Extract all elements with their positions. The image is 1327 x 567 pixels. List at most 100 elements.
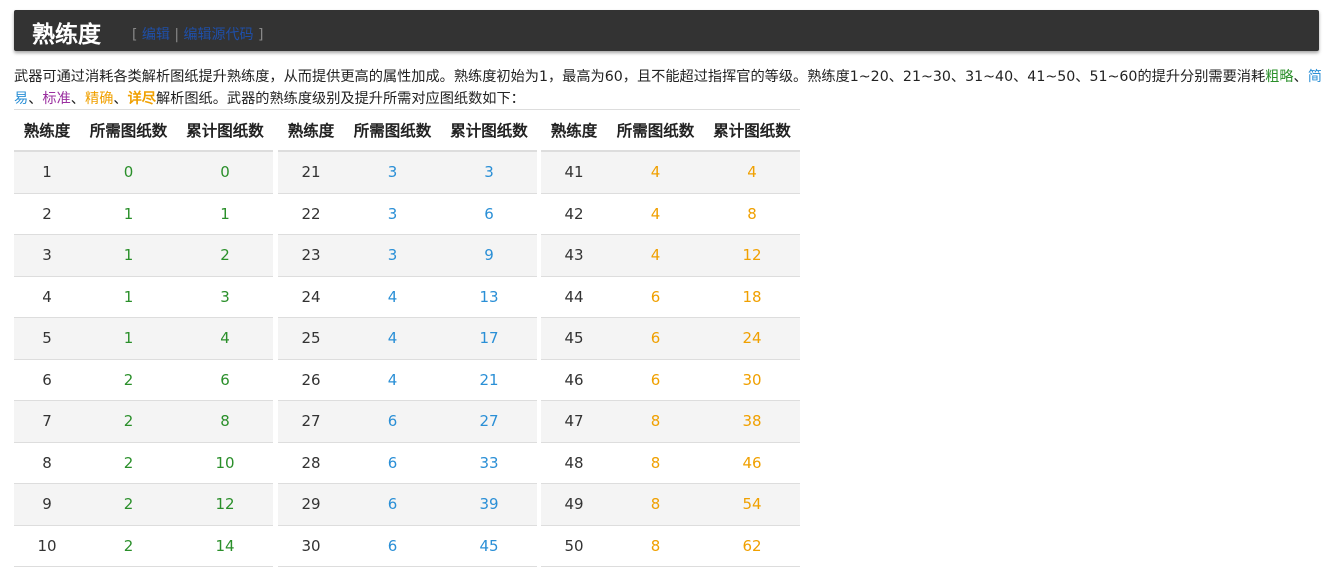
total-cell: 21	[441, 359, 537, 401]
edit-separator: |	[174, 27, 180, 43]
total-cell: 8	[704, 193, 800, 235]
edit-link[interactable]: 编辑	[142, 27, 170, 43]
level-cell: 3	[14, 234, 80, 277]
intro-sep-4: 、	[113, 91, 128, 107]
total-cell: 4	[177, 317, 273, 360]
total-cell: 8	[177, 400, 273, 443]
need-cell: 8	[607, 442, 704, 484]
table-row: 42 4 8	[541, 193, 800, 235]
col-header-total: 累计图纸数	[704, 110, 800, 152]
total-cell: 24	[704, 317, 800, 360]
level-cell: 46	[541, 359, 607, 401]
table-row: 9 2 12	[14, 483, 273, 526]
table-row: 22 3 6	[278, 193, 537, 235]
need-cell: 2	[80, 483, 177, 526]
total-cell: 14	[177, 525, 273, 567]
level-cell: 1	[14, 151, 80, 194]
level-cell: 2	[14, 193, 80, 235]
table-row: 28 6 33	[278, 442, 537, 484]
level-cell: 25	[278, 317, 344, 360]
table-row: 46 6 30	[541, 359, 800, 401]
need-cell: 6	[607, 276, 704, 318]
level-cell: 21	[278, 151, 344, 194]
table-row: 45 6 24	[541, 317, 800, 360]
proficiency-table-2: 熟练度 所需图纸数 累计图纸数 21 3 3 22 3 6 23 3 9 24 4 13 25 4 17 26…	[278, 110, 537, 567]
table-row: 29 6 39	[278, 483, 537, 526]
level-cell: 49	[541, 483, 607, 526]
level-cell: 8	[14, 442, 80, 484]
need-cell: 4	[344, 359, 441, 401]
blueprint-detailed: 详尽	[127, 91, 156, 107]
total-cell: 9	[441, 234, 537, 277]
table-row: 8 2 10	[14, 442, 273, 484]
need-cell: 1	[80, 193, 177, 235]
table-row: 50 8 62	[541, 525, 800, 567]
blueprint-standard: 标准	[42, 91, 71, 107]
level-cell: 42	[541, 193, 607, 235]
total-cell: 13	[441, 276, 537, 318]
total-cell: 62	[704, 525, 800, 567]
table-row: 41 4 4	[541, 151, 800, 194]
intro-sep-2: 、	[28, 91, 43, 107]
need-cell: 8	[607, 483, 704, 526]
section-header: 熟练度 [ 编辑 | 编辑源代码 ]	[14, 10, 1319, 51]
edit-source-link[interactable]: 编辑源代码	[184, 27, 254, 43]
table-row: 211	[14, 193, 273, 235]
total-cell: 0	[177, 151, 273, 194]
need-cell: 2	[80, 525, 177, 567]
col-header-level: 熟练度	[278, 110, 344, 152]
section-title: 熟练度	[32, 22, 101, 48]
need-cell: 6	[344, 400, 441, 443]
table-row: 413	[14, 276, 273, 318]
need-cell: 2	[80, 359, 177, 401]
total-cell: 6	[177, 359, 273, 401]
total-cell: 3	[177, 276, 273, 318]
table-row: 43 4 12	[541, 234, 800, 277]
need-cell: 1	[80, 317, 177, 360]
col-header-need: 所需图纸数	[607, 110, 704, 152]
total-cell: 10	[177, 442, 273, 484]
table-row: 47 8 38	[541, 400, 800, 443]
table-row: 24 4 13	[278, 276, 537, 318]
total-cell: 45	[441, 525, 537, 567]
table-row: 44 6 18	[541, 276, 800, 318]
need-cell: 4	[607, 234, 704, 277]
level-cell: 27	[278, 400, 344, 443]
need-cell: 3	[344, 151, 441, 194]
level-cell: 28	[278, 442, 344, 484]
edit-bracket-open: [	[132, 27, 138, 43]
total-cell: 4	[704, 151, 800, 194]
table-row: 30 6 45	[278, 525, 537, 567]
need-cell: 6	[607, 359, 704, 401]
table-row: 728	[14, 400, 273, 443]
level-cell: 30	[278, 525, 344, 567]
intro-sep-3: 、	[70, 91, 85, 107]
need-cell: 6	[344, 442, 441, 484]
intro-paragraph: 武器可通过消耗各类解析图纸提升熟练度，从而提供更高的属性加成。熟练度初始为1，最…	[14, 66, 1324, 110]
col-header-need: 所需图纸数	[344, 110, 441, 152]
total-cell: 30	[704, 359, 800, 401]
total-cell: 33	[441, 442, 537, 484]
level-cell: 22	[278, 193, 344, 235]
intro-text-1: 武器可通过消耗各类解析图纸提升熟练度，从而提供更高的属性加成。熟练度初始为1，最…	[14, 69, 1266, 85]
total-cell: 18	[704, 276, 800, 318]
table-row: 514	[14, 317, 273, 360]
col-header-need: 所需图纸数	[80, 110, 177, 152]
need-cell: 1	[80, 234, 177, 277]
edit-bracket-close: ]	[258, 27, 264, 43]
need-cell: 6	[344, 525, 441, 567]
level-cell: 10	[14, 525, 80, 567]
table-row: 10 2 14	[14, 525, 273, 567]
table-row: 48 8 46	[541, 442, 800, 484]
edit-links: [ 编辑 | 编辑源代码 ]	[132, 24, 263, 44]
level-cell: 29	[278, 483, 344, 526]
col-header-total: 累计图纸数	[441, 110, 537, 152]
table-header-row: 熟练度 所需图纸数 累计图纸数	[278, 110, 537, 152]
table-row: 21 3 3	[278, 151, 537, 194]
level-cell: 4	[14, 276, 80, 318]
need-cell: 4	[607, 193, 704, 235]
need-cell: 0	[80, 151, 177, 194]
table-row: 26 4 21	[278, 359, 537, 401]
need-cell: 4	[344, 276, 441, 318]
proficiency-table-1: 熟练度 所需图纸数 累计图纸数 100211312413514626728821…	[14, 110, 273, 567]
